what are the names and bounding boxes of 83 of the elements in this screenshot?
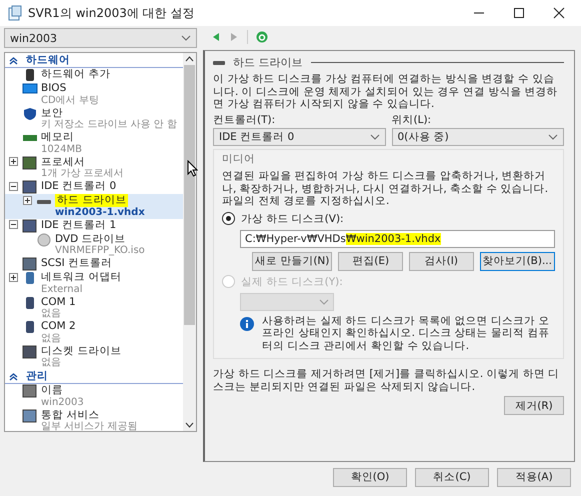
chevron-down-icon [370,134,380,140]
physical-disk-label: 실제 하드 디스크(Y): [241,274,343,288]
media-description: 연결된 파일을 편집하여 가상 하드 디스크를 압축하거나, 변환하거나, 확장하거나, 병합하거나, 다시 연결하거나, 축소할 수 있습니다. 파일의 전체 경로를 지정하십시오. [222,170,550,208]
scrollbar[interactable] [183,53,196,431]
tree-item-detail: win2003 [41,396,84,408]
expander-icon[interactable] [9,157,18,166]
back-icon[interactable] [211,32,221,42]
tree-item[interactable]: IDE 컨트롤러 1 [41,218,116,231]
vm-dropdown[interactable]: win2003 [4,28,197,48]
media-button[interactable]: 편집(E) [338,252,403,270]
expander-icon[interactable] [23,196,32,204]
tree-item[interactable]: 하드 드라이브 [55,194,128,206]
device-icon [22,156,38,170]
tree-item[interactable]: 네트워크 어댑터 [41,271,122,284]
tree-item[interactable]: 하드웨어 추가 [41,68,110,80]
tree-item[interactable]: DVD 드라이브 [55,232,126,245]
dialog-button[interactable]: 취소(C) [415,468,489,486]
tree-item[interactable]: 프로세서 [41,156,85,168]
virtual-disk-label: 가상 하드 디스크(V): [241,212,344,226]
location-label: 위치(L): [392,114,432,126]
tree-item[interactable]: 통합 서비스 [41,408,100,421]
scroll-up-icon[interactable] [185,56,194,62]
dialog-button[interactable]: 확인(O) [333,468,407,486]
tree-item-detail: External [41,284,84,296]
device-icon [36,232,52,246]
media-button[interactable]: 찾아보기(B)... [480,252,555,270]
tree-item-detail: 일부 서비스가 제공됨 [41,421,138,431]
info-text: 사용하려는 실제 하드 디스크가 목록에 없으면 디스크가 오프라인 상태인지 확인하십시오. 디스크 상태는 물리적 컴퓨터의 디스크 관리에서 확인할 수 있습니다. [262,314,550,352]
collapse-icon [9,56,18,64]
media-title: 미디어 [222,152,256,166]
device-icon [22,344,38,358]
expander-icon[interactable] [9,182,18,190]
media-button[interactable]: 새로 만들기(N) [252,252,332,270]
expander-icon[interactable] [9,272,18,282]
tree-item[interactable]: IDE 컨트롤러 0 [41,180,116,192]
device-icon [22,408,38,422]
tree-item[interactable]: COM 1 [41,296,76,308]
tree-item-detail: 없음 [41,308,62,320]
controller-dropdown[interactable]: IDE 컨트롤러 0 [213,128,386,146]
tree-item[interactable]: BIOS [41,82,66,94]
expander-icon[interactable] [9,220,18,229]
media-button[interactable]: 검사(I) [408,252,474,270]
hard-drive-icon [213,60,225,66]
radio-button[interactable] [222,212,235,225]
remove-note: 가상 하드 디스크를 제거하려면 [제거]를 클릭하십시오. 이렇게 하면 디스크는 분리되지만 연결된 파일은 삭제되지 않습니다. [213,368,560,393]
controller-label: 컨트롤러(T): [213,114,276,126]
device-icon [22,384,38,398]
tree-item-detail: 없음 [41,332,62,344]
tree-item[interactable]: 메모리 [41,131,74,144]
tree-item-detail: CD에서 부팅 [41,94,99,106]
info-icon [240,316,254,330]
tree-item[interactable]: SCSI 컨트롤러 [41,257,112,270]
tree-item-detail: 1개 가상 프로세서 [41,168,124,180]
device-icon [22,180,38,194]
close-icon[interactable] [553,7,565,19]
tree-item[interactable]: 보안 [41,106,63,119]
chevron-down-icon [181,35,191,41]
section-header[interactable]: 하드웨어 [5,53,183,68]
tree-item[interactable]: 이름 [41,384,63,396]
device-icon [22,106,38,120]
remove-button[interactable]: 제거(R) [504,396,564,415]
scroll-down-icon[interactable] [185,422,194,428]
dialog-button[interactable]: 적용(A) [497,468,571,486]
device-icon [22,257,38,271]
settings-app-icon [8,5,22,21]
device-icon [22,82,38,96]
tree-item-detail: 1024MB [41,144,82,156]
tree-item-detail: VNRMEFPP_KO.iso [55,245,145,257]
tree-item-detail: 키 저장소 드라이브 사용 안 함 [41,119,177,131]
tree-item-detail: win2003-1.vhdx [55,206,145,218]
window-title: SVR1의 win2003에 대한 설정 [28,4,195,22]
description-text: 이 가상 하드 디스크를 가상 컴퓨터에 연결하는 방식을 변경할 수 있습니다. 이 디스크에 운영 체제가 설치되어 있는 경우 연결 방식을 변경하면 가상 컴퓨터가 시작되지 않을 수 있습니다. [213,73,559,110]
tree-item[interactable]: 디스켓 드라이브 [41,344,122,357]
panel-title: 하드 드라이브 [233,55,302,70]
chevron-down-icon [319,298,329,304]
maximize-icon[interactable] [513,7,525,19]
chevron-down-icon [548,134,558,140]
tree-item-detail: 없음 [41,357,62,369]
tree-item[interactable]: COM 2 [41,320,76,332]
path-field[interactable]: C:₩Hyper-v₩VHDs₩win2003-1.vhdx [240,230,555,248]
location-dropdown[interactable]: 0(사용 중) [392,128,564,146]
collapse-icon [9,372,18,380]
device-icon [22,218,38,232]
